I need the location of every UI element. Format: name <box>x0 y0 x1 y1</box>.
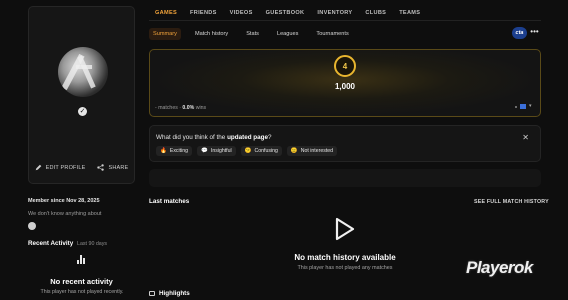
chevron-down-icon[interactable]: ▾ <box>529 104 534 109</box>
last-matches-title: Last matches <box>149 198 190 205</box>
play-icon <box>335 217 355 241</box>
subtab-match-history[interactable]: Match history <box>191 28 232 40</box>
tab-inventory[interactable]: INVENTORY <box>317 10 352 16</box>
matches-summary: - matches · 0.0% wins <box>155 105 207 111</box>
edit-profile-button[interactable]: EDIT PROFILE <box>35 164 86 171</box>
skill-level-icon: 4 <box>334 55 356 77</box>
no-activity-subtitle: This player has not played recently. <box>40 289 124 295</box>
feedback-question-bold: updated page <box>227 134 268 141</box>
subtab-tournaments[interactable]: Tournaments <box>312 28 352 40</box>
feedback-option-label: Confusing <box>254 148 278 154</box>
tab-guestbook[interactable]: GUESTBOOK <box>266 10 305 16</box>
feedback-option-confusing[interactable]: 😕 Confusing <box>240 146 282 156</box>
feedback-option-label: Exciting <box>169 148 189 154</box>
recent-activity-heading: Recent Activity Last 90 days <box>28 240 107 247</box>
close-icon[interactable]: ✕ <box>522 133 529 142</box>
nav-divider <box>149 20 541 21</box>
recent-activity-title: Recent Activity <box>28 240 74 247</box>
placeholder-strip <box>149 169 541 187</box>
tab-clubs[interactable]: CLUBS <box>365 10 386 16</box>
game-select-badge[interactable]: cta <box>512 27 527 39</box>
feedback-option-insightful[interactable]: 💬 Insightful <box>197 146 236 156</box>
summary-panel: 4 1,000 - matches · 0.0% wins ▾ <box>149 49 541 117</box>
bar-chart-icon <box>77 255 87 264</box>
wins-label: wins <box>195 105 207 111</box>
subtab-leagues[interactable]: Leagues <box>273 28 302 40</box>
subtab-summary[interactable]: Summary <box>149 28 181 40</box>
tab-games[interactable]: GAMES <box>155 10 178 21</box>
confused-face-icon: 😕 <box>244 148 252 154</box>
feedback-option-label: Not interested <box>300 148 334 154</box>
speech-bubble-icon: 💬 <box>201 148 208 154</box>
region-flag-icon <box>520 104 526 109</box>
more-options-icon[interactable]: ••• <box>529 28 540 38</box>
dot-icon <box>515 105 517 108</box>
skill-level: 4 <box>342 61 348 71</box>
profile-card: ✓ EDIT PROFILE SHARE <box>28 6 135 184</box>
feedback-question: What did you think of the updated page? <box>156 134 272 141</box>
tab-teams[interactable]: TEAMS <box>399 10 420 16</box>
feedback-option-exciting[interactable]: 🔥 Exciting <box>156 146 193 156</box>
fire-icon: 🔥 <box>160 148 167 154</box>
steam-icon[interactable] <box>28 222 36 230</box>
about-text: We don't know anything about <box>28 211 102 217</box>
subtab-stats[interactable]: Stats <box>242 28 263 40</box>
tab-friends[interactable]: FRIENDS <box>190 10 217 16</box>
member-since: Member since Nov 28, 2025 <box>28 198 100 204</box>
avatar[interactable] <box>58 47 108 97</box>
pencil-icon <box>35 164 41 171</box>
elo-value: 1,000 <box>334 82 356 91</box>
matches-label: matches <box>158 105 178 111</box>
recent-activity-period: Last 90 days <box>77 241 108 247</box>
feedback-option-not-interested[interactable]: 😐 Not interested <box>286 146 338 156</box>
share-button[interactable]: SHARE <box>97 164 128 171</box>
share-label: SHARE <box>108 164 129 171</box>
highlights-heading: Highlights <box>149 290 190 297</box>
matches-count: - <box>155 105 157 111</box>
feedback-question-prefix: What did you think of the <box>156 134 226 141</box>
edit-profile-label: EDIT PROFILE <box>45 164 86 171</box>
top-nav: GAMES FRIENDS VIDEOS GUESTBOOK INVENTORY… <box>155 10 420 21</box>
feedback-question-suffix: ? <box>268 134 272 141</box>
highlights-title: Highlights <box>159 290 190 297</box>
check-badge-icon: ✓ <box>78 107 87 116</box>
playerok-logo: Playerok <box>466 258 533 277</box>
share-icon <box>97 164 105 171</box>
no-activity-title: No recent activity <box>50 277 113 286</box>
neutral-face-icon: 😐 <box>290 148 298 154</box>
feedback-card: What did you think of the updated page? … <box>149 125 541 162</box>
feedback-option-label: Insightful <box>210 148 232 154</box>
tab-videos[interactable]: VIDEOS <box>230 10 253 16</box>
sub-tabs: Summary Match history Stats Leagues Tour… <box>149 28 353 40</box>
winrate-value: 0.0% <box>182 105 195 111</box>
video-icon <box>149 291 155 296</box>
see-full-match-history-link[interactable]: SEE FULL MATCH HISTORY <box>474 199 549 205</box>
